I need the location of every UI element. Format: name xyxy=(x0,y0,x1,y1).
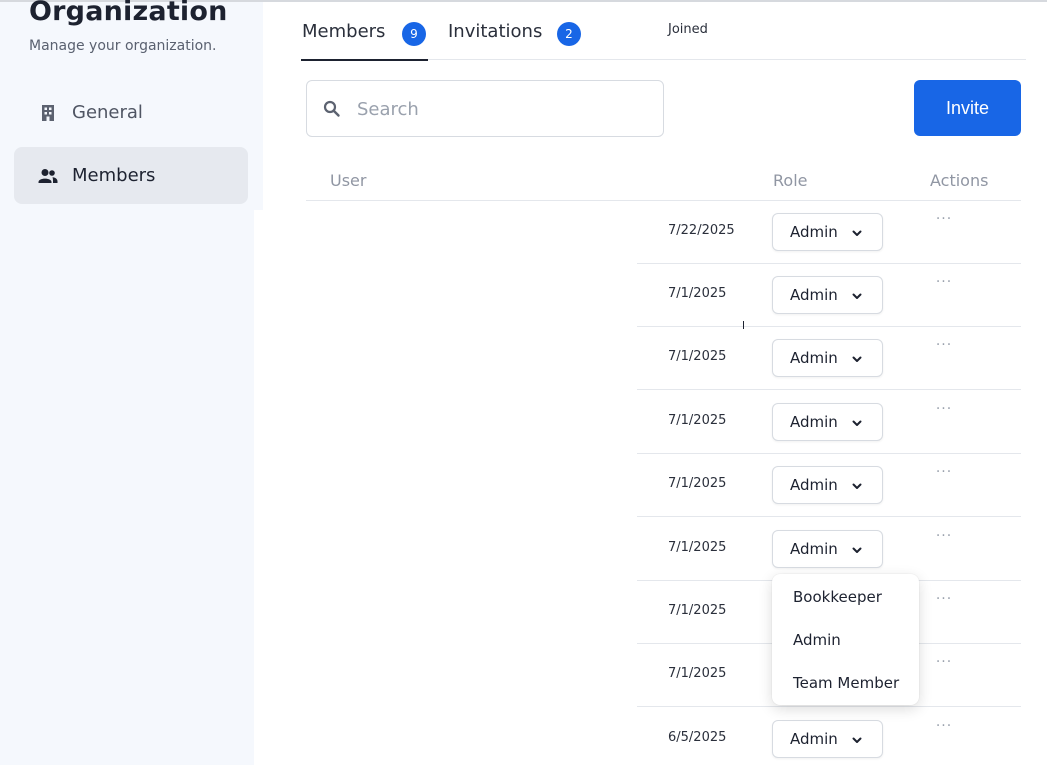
table-row: 7/1/2025 Admin ··· xyxy=(637,264,1021,327)
table-row: 7/22/2025 Admin ··· xyxy=(637,201,1021,264)
menu-item-bookkeeper[interactable]: Bookkeeper xyxy=(793,588,882,606)
more-actions-button[interactable]: ··· xyxy=(933,211,955,227)
menu-item-admin[interactable]: Admin xyxy=(793,631,841,649)
invite-button[interactable]: Invite xyxy=(914,80,1021,136)
joined-date: 7/1/2025 xyxy=(668,413,727,428)
chevron-down-icon xyxy=(852,547,862,553)
table-row: 7/1/2025 Admin ··· xyxy=(637,454,1021,517)
more-actions-button[interactable]: ··· xyxy=(933,591,955,607)
role-value: Admin xyxy=(790,413,838,431)
sidebar: Organization Manage your organization. G… xyxy=(0,0,263,210)
people-icon xyxy=(38,166,58,186)
count-badge: 9 xyxy=(402,22,426,46)
page-subtitle: Manage your organization. xyxy=(29,38,217,54)
sidebar-item-members[interactable]: Members xyxy=(14,147,248,204)
row-divider xyxy=(637,706,1021,707)
chevron-down-icon xyxy=(852,737,862,743)
role-select[interactable]: Admin xyxy=(772,530,883,568)
building-icon xyxy=(38,103,58,123)
row-divider xyxy=(637,389,1021,390)
role-select[interactable]: Admin xyxy=(772,720,883,758)
more-actions-button[interactable]: ··· xyxy=(933,464,955,480)
sidebar-item-label: Members xyxy=(72,165,156,186)
chevron-down-icon xyxy=(852,230,862,236)
tab-label: Invitations xyxy=(448,21,543,42)
more-actions-button[interactable]: ··· xyxy=(933,337,955,353)
row-divider xyxy=(637,516,1021,517)
menu-item-team-member[interactable]: Team Member xyxy=(793,674,899,692)
tab-label: Members xyxy=(302,21,386,42)
sidebar-background xyxy=(0,210,254,765)
table-row: 7/1/2025 Admin ··· xyxy=(637,391,1021,454)
role-value: Admin xyxy=(790,286,838,304)
chevron-down-icon xyxy=(852,420,862,426)
role-value: Admin xyxy=(790,730,838,748)
more-actions-button[interactable]: ··· xyxy=(933,654,955,670)
chevron-down-icon xyxy=(852,356,862,362)
role-select[interactable]: Admin xyxy=(772,466,883,504)
sidebar-item-general[interactable]: General xyxy=(14,84,248,141)
joined-date: 7/1/2025 xyxy=(668,349,727,364)
role-select[interactable]: Admin xyxy=(772,276,883,314)
role-select[interactable]: Admin xyxy=(772,339,883,377)
column-header-role: Role xyxy=(773,171,808,190)
joined-date: 7/1/2025 xyxy=(668,476,727,491)
search-icon xyxy=(323,100,341,118)
table-row: 7/1/2025 Admin ··· xyxy=(637,327,1021,390)
text-cursor xyxy=(743,321,744,329)
column-header-user: User xyxy=(330,171,367,190)
joined-date: 7/1/2025 xyxy=(668,603,727,618)
tab-invitations[interactable]: Invitations 2 xyxy=(448,18,588,60)
role-value: Admin xyxy=(790,540,838,558)
column-header-joined: Joined xyxy=(668,22,708,37)
role-value: Admin xyxy=(790,476,838,494)
chevron-down-icon xyxy=(852,483,862,489)
more-actions-button[interactable]: ··· xyxy=(933,528,955,544)
column-header-actions: Actions xyxy=(930,171,989,190)
joined-date: 7/22/2025 xyxy=(668,223,735,238)
page-title: Organization xyxy=(29,0,228,27)
tab-members[interactable]: Members 9 xyxy=(302,18,428,60)
joined-date: 7/1/2025 xyxy=(668,286,727,301)
joined-date: 6/5/2025 xyxy=(668,730,727,745)
table-row: 7/1/2025 Admin ··· xyxy=(637,518,1021,581)
role-select[interactable]: Admin xyxy=(772,403,883,441)
role-value: Admin xyxy=(790,223,838,241)
chevron-down-icon xyxy=(852,293,862,299)
sidebar-item-label: General xyxy=(72,102,143,123)
role-select[interactable]: Admin xyxy=(772,213,883,251)
search-box[interactable] xyxy=(306,80,664,137)
more-actions-button[interactable]: ··· xyxy=(933,274,955,290)
role-dropdown-menu: Bookkeeper Admin Team Member xyxy=(772,574,919,705)
count-badge: 2 xyxy=(557,22,581,46)
table-row: 6/5/2025 Admin ··· xyxy=(637,708,1021,771)
active-tab-indicator xyxy=(301,59,428,61)
more-actions-button[interactable]: ··· xyxy=(933,401,955,417)
joined-date: 7/1/2025 xyxy=(668,540,727,555)
more-actions-button[interactable]: ··· xyxy=(933,718,955,734)
search-input[interactable] xyxy=(355,95,649,123)
role-value: Admin xyxy=(790,349,838,367)
joined-date: 7/1/2025 xyxy=(668,666,727,681)
